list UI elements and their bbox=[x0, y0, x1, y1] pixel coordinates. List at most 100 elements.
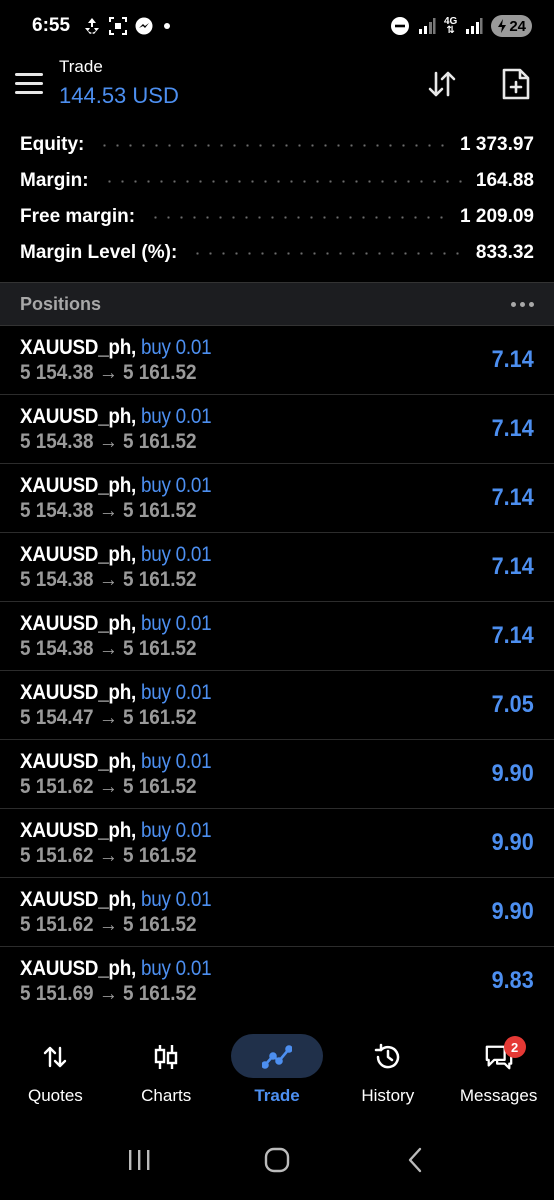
position-prices: 5 151.69 → 5 161.52 bbox=[20, 982, 197, 1005]
nav-trade[interactable]: Trade bbox=[222, 1020, 333, 1120]
position-symbol: XAUUSD_ph, buy 0.01 bbox=[20, 681, 212, 704]
nav-label: Quotes bbox=[27, 1086, 83, 1105]
position-side: buy 0.01 bbox=[140, 405, 212, 428]
home-button[interactable] bbox=[257, 1140, 297, 1180]
system-navigation bbox=[0, 1120, 554, 1200]
position-side: buy 0.01 bbox=[140, 474, 212, 497]
position-symbol: XAUUSD_ph, buy 0.01 bbox=[20, 612, 212, 635]
quotes-icon bbox=[40, 1042, 70, 1072]
dotted-leader bbox=[149, 215, 447, 219]
position-profit: 7.14 bbox=[491, 622, 534, 649]
nav-quotes[interactable]: Quotes bbox=[0, 1020, 111, 1120]
nav-messages[interactable]: 2 Messages bbox=[443, 1020, 554, 1120]
position-symbol: XAUUSD_ph, buy 0.01 bbox=[20, 474, 212, 497]
recent-apps-icon bbox=[129, 1150, 150, 1170]
nav-charts[interactable]: Charts bbox=[111, 1020, 222, 1120]
app-bar: Trade 144.53 USD bbox=[0, 52, 554, 118]
system-icons: 4G ⇅ 24 bbox=[390, 15, 532, 37]
charts-icon bbox=[151, 1042, 181, 1072]
position-side: buy 0.01 bbox=[140, 888, 212, 911]
messenger-icon bbox=[134, 16, 154, 36]
dotted-leader bbox=[191, 251, 462, 255]
position-profit: 9.83 bbox=[491, 967, 534, 994]
position-side: buy 0.01 bbox=[140, 612, 212, 635]
sort-icon bbox=[428, 71, 456, 97]
more-options-icon[interactable] bbox=[511, 301, 534, 307]
position-symbol: XAUUSD_ph, buy 0.01 bbox=[20, 336, 212, 359]
position-prices: 5 151.62 → 5 161.52 bbox=[20, 913, 197, 936]
do-not-disturb-icon bbox=[390, 16, 410, 36]
account-summary: Equity: 1 373.97 Margin: 164.88 Free mar… bbox=[0, 127, 554, 271]
signal-icon-2 bbox=[464, 16, 484, 36]
battery-indicator: 24 bbox=[491, 15, 532, 37]
position-prices: 5 151.62 → 5 161.52 bbox=[20, 844, 197, 867]
summary-label: Equity: bbox=[20, 134, 85, 155]
account-balance: 144.53 USD bbox=[59, 83, 179, 108]
summary-label: Margin: bbox=[20, 170, 89, 191]
summary-label: Margin Level (%): bbox=[20, 242, 178, 263]
position-symbol: XAUUSD_ph, buy 0.01 bbox=[20, 888, 212, 911]
summary-value: 1 373.97 bbox=[460, 134, 534, 155]
position-profit: 7.05 bbox=[491, 691, 534, 718]
summary-label: Free margin: bbox=[20, 206, 136, 227]
position-row[interactable]: XAUUSD_ph, buy 0.01 5 151.69 → 5 161.52 … bbox=[0, 947, 554, 1016]
position-row[interactable]: XAUUSD_ph, buy 0.01 5 151.62 → 5 161.52 … bbox=[0, 878, 554, 947]
position-symbol: XAUUSD_ph, buy 0.01 bbox=[20, 957, 212, 980]
position-side: buy 0.01 bbox=[140, 957, 212, 980]
position-prices: 5 154.38 → 5 161.52 bbox=[20, 361, 197, 384]
summary-row-margin: Margin: 164.88 bbox=[0, 163, 554, 199]
position-side: buy 0.01 bbox=[140, 681, 212, 704]
new-order-button[interactable] bbox=[494, 62, 538, 106]
status-time: 6:55 bbox=[32, 15, 71, 36]
position-profit: 9.90 bbox=[491, 829, 534, 856]
sort-button[interactable] bbox=[420, 62, 464, 106]
position-row[interactable]: XAUUSD_ph, buy 0.01 5 154.38 → 5 161.52 … bbox=[0, 326, 554, 395]
position-symbol: XAUUSD_ph, buy 0.01 bbox=[20, 405, 212, 428]
position-row[interactable]: XAUUSD_ph, buy 0.01 5 151.62 → 5 161.52 … bbox=[0, 740, 554, 809]
position-row[interactable]: XAUUSD_ph, buy 0.01 5 154.38 → 5 161.52 … bbox=[0, 464, 554, 533]
position-side: buy 0.01 bbox=[140, 750, 212, 773]
signal-icon bbox=[417, 16, 437, 36]
position-row[interactable]: XAUUSD_ph, buy 0.01 5 154.38 → 5 161.52 … bbox=[0, 533, 554, 602]
network-type: 4G ⇅ bbox=[443, 16, 458, 36]
position-side: buy 0.01 bbox=[140, 336, 212, 359]
position-side: buy 0.01 bbox=[140, 543, 212, 566]
position-symbol: XAUUSD_ph, buy 0.01 bbox=[20, 750, 212, 773]
nav-history[interactable]: History bbox=[332, 1020, 443, 1120]
back-button[interactable] bbox=[395, 1140, 435, 1180]
position-profit: 9.90 bbox=[491, 760, 534, 787]
position-profit: 7.14 bbox=[491, 553, 534, 580]
position-profit: 7.14 bbox=[491, 346, 534, 373]
position-prices: 5 154.47 → 5 161.52 bbox=[20, 706, 197, 729]
dotted-leader bbox=[98, 143, 447, 147]
position-prices: 5 154.38 → 5 161.52 bbox=[20, 430, 197, 453]
positions-header: Positions bbox=[0, 282, 554, 326]
home-icon bbox=[264, 1147, 290, 1173]
nav-label: Trade bbox=[254, 1086, 300, 1105]
screenshot-icon bbox=[108, 16, 128, 36]
charging-icon bbox=[498, 19, 507, 33]
position-side: buy 0.01 bbox=[140, 819, 212, 842]
dotted-leader bbox=[102, 179, 462, 183]
position-profit: 7.14 bbox=[491, 415, 534, 442]
menu-icon[interactable] bbox=[12, 66, 46, 100]
bottom-navigation: Quotes Charts Trade History 2 Messages bbox=[0, 1020, 554, 1120]
recent-apps-button[interactable] bbox=[119, 1140, 159, 1180]
summary-row-equity: Equity: 1 373.97 bbox=[0, 127, 554, 163]
notification-icons bbox=[82, 16, 171, 36]
summary-row-free-margin: Free margin: 1 209.09 bbox=[0, 199, 554, 235]
positions-title: Positions bbox=[20, 293, 102, 314]
position-row[interactable]: XAUUSD_ph, buy 0.01 5 154.38 → 5 161.52 … bbox=[0, 602, 554, 671]
position-row[interactable]: XAUUSD_ph, buy 0.01 5 154.38 → 5 161.52 … bbox=[0, 395, 554, 464]
position-row[interactable]: XAUUSD_ph, buy 0.01 5 154.47 → 5 161.52 … bbox=[0, 671, 554, 740]
position-prices: 5 154.38 → 5 161.52 bbox=[20, 499, 197, 522]
summary-value: 1 209.09 bbox=[460, 206, 534, 227]
recycle-icon bbox=[82, 16, 102, 36]
position-prices: 5 154.38 → 5 161.52 bbox=[20, 637, 197, 660]
position-row[interactable]: XAUUSD_ph, buy 0.01 5 151.62 → 5 161.52 … bbox=[0, 809, 554, 878]
position-symbol: XAUUSD_ph, buy 0.01 bbox=[20, 543, 212, 566]
nav-label: Messages bbox=[459, 1086, 538, 1105]
status-bar: 6:55 4G ⇅ 24 bbox=[0, 0, 554, 52]
summary-value: 164.88 bbox=[475, 170, 534, 191]
back-icon bbox=[408, 1147, 422, 1173]
